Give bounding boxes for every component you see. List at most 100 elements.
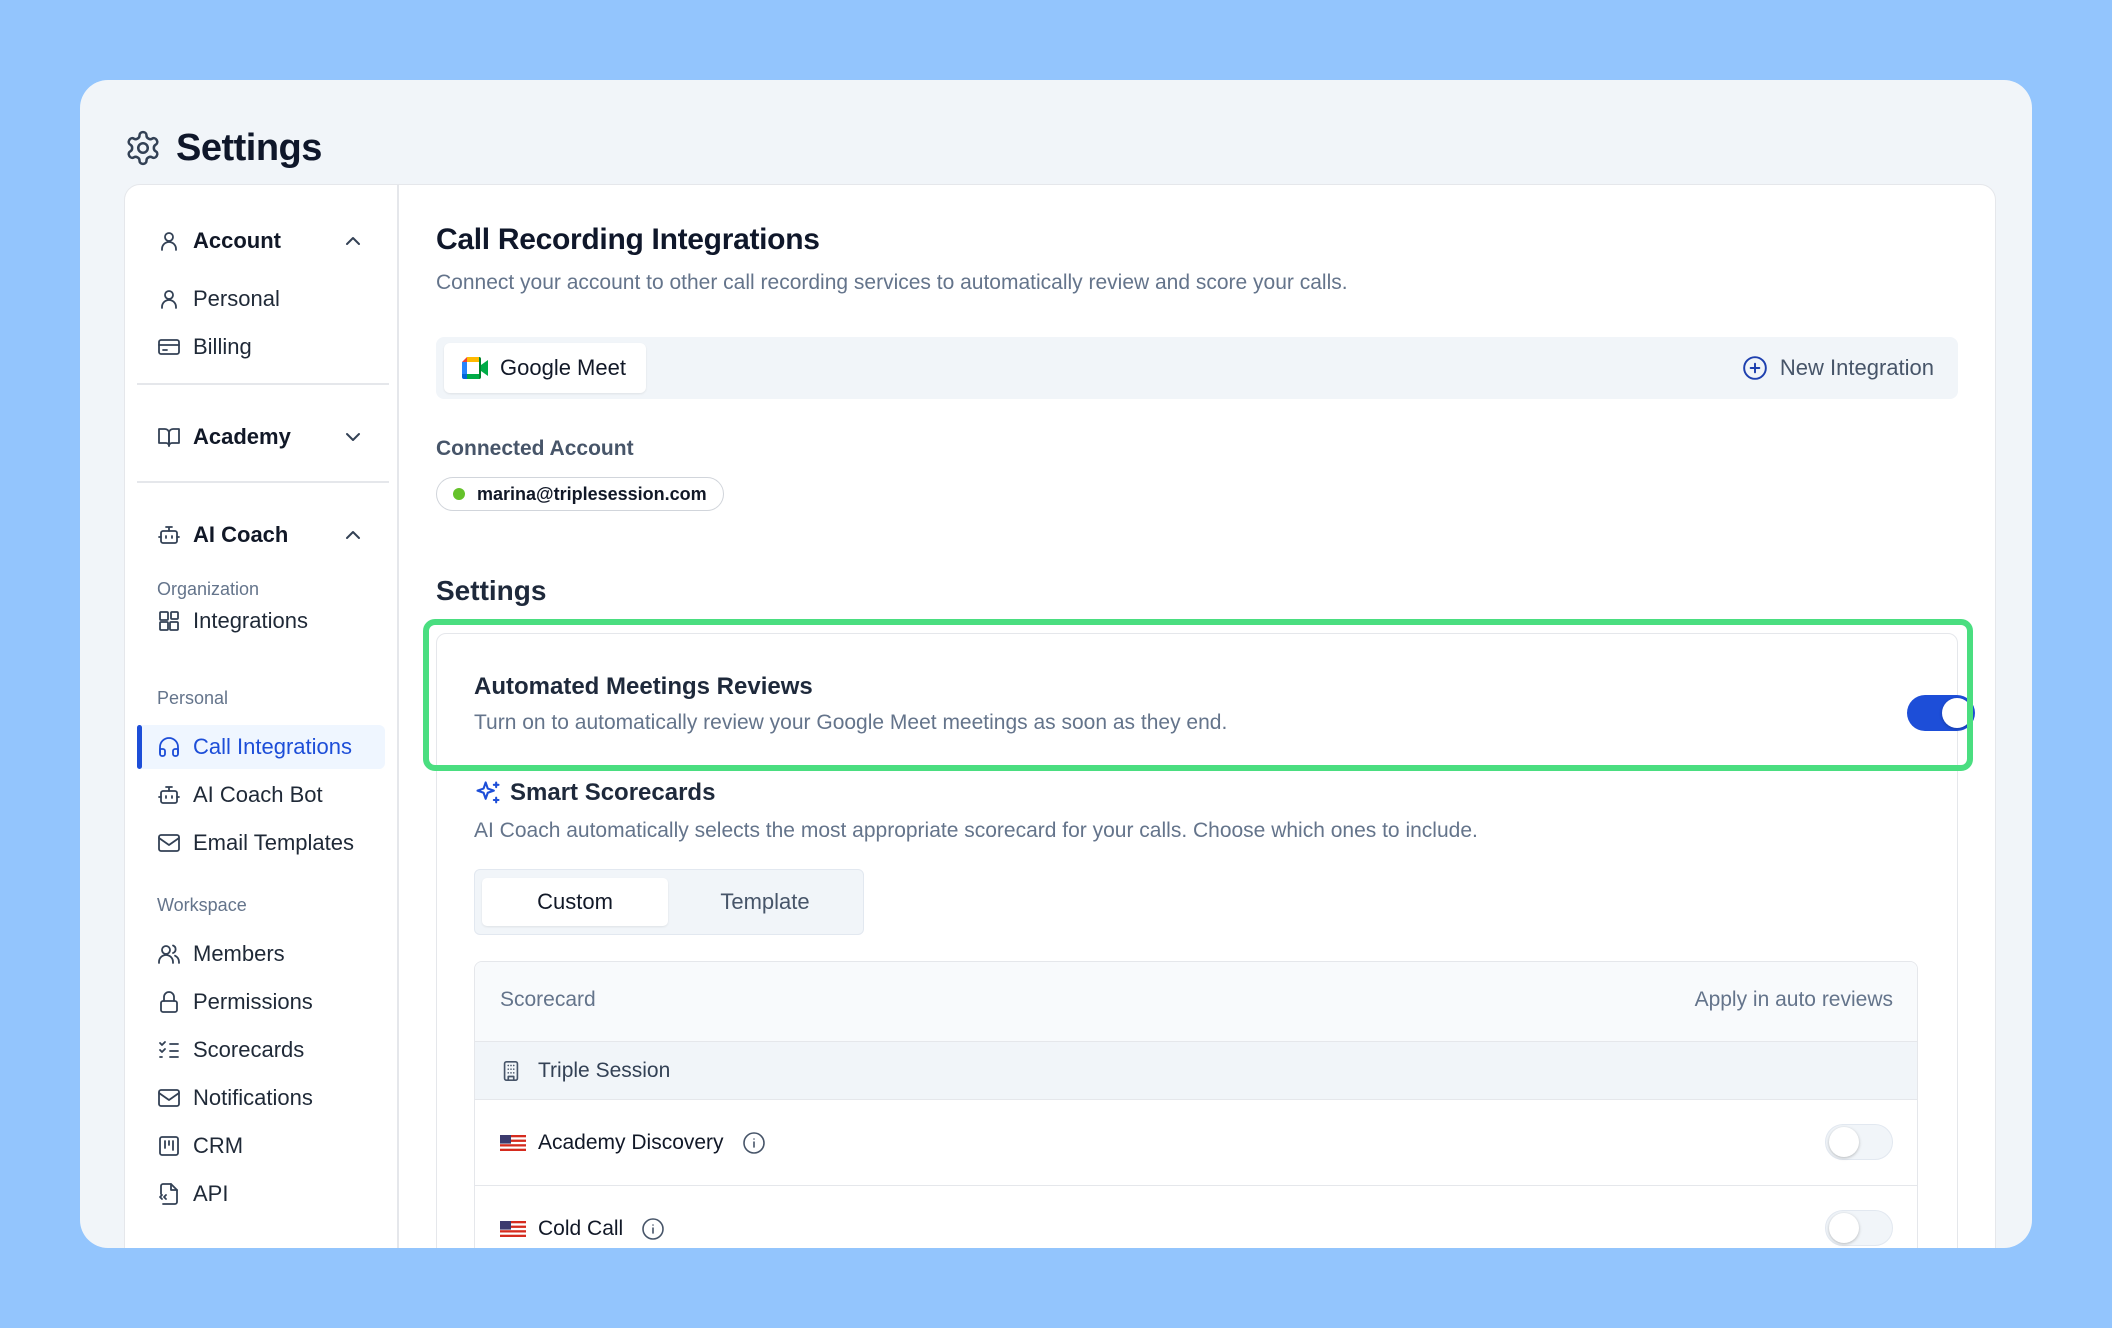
lock-icon [157,990,181,1014]
credit-card-icon [157,335,181,359]
connected-account-chip: marina@triplesession.com [436,477,724,511]
user-icon [157,287,181,311]
settings-panel: Account Personal Billing Academy AI Coac… [124,184,1996,1248]
sidebar-item-api[interactable]: API [137,1172,385,1216]
sidebar-group-ai-coach[interactable]: AI Coach [137,513,385,557]
page-title: Settings [176,126,322,169]
connected-account-label: Connected Account [436,437,634,460]
info-icon[interactable] [641,1217,665,1241]
scorecard-type-toggle: Custom Template [474,869,864,935]
file-code-icon [157,1182,181,1206]
sidebar-item-label: Permissions [193,989,313,1014]
table-header: Scorecard Apply in auto reviews [475,962,1917,1042]
smart-scorecards-label: Smart Scorecards [510,779,716,806]
section-subtitle: Connect your account to other call recor… [436,271,1348,294]
sidebar-group-label: Academy [193,424,291,449]
sidebar-item-label: Scorecards [193,1037,305,1062]
gear-icon [124,129,162,167]
smart-scorecards-title: Smart Scorecards [474,779,715,807]
settings-heading: Settings [436,575,547,606]
main-content: Call Recording Integrations Connect your… [399,185,1995,1248]
scorecard-table: Scorecard Apply in auto reviews Triple S… [474,961,1918,1248]
auto-review-toggle[interactable] [1825,1210,1893,1246]
us-flag-icon [500,1220,526,1237]
book-icon [157,425,181,449]
integration-tabs: Google Meet New Integration [436,337,1958,399]
sidebar-section-workspace: Workspace [157,895,247,915]
scorecard-name: Academy Discovery [538,1130,724,1154]
headphones-icon [157,735,181,759]
status-dot [453,488,465,500]
user-icon [157,229,181,253]
connected-account-email: marina@triplesession.com [477,483,707,504]
bot-icon [157,783,181,807]
kanban-icon [157,1134,181,1158]
blocks-icon [157,609,181,633]
sidebar-item-label: Personal [193,286,280,311]
chevron-up-icon [341,523,365,547]
sidebar-item-label: Notifications [193,1085,313,1110]
sidebar-section-organization: Organization [157,579,260,599]
table-row: Academy Discovery [475,1100,1917,1186]
sidebar-divider [137,481,389,483]
sidebar-item-integrations[interactable]: Integrations [137,599,385,643]
sidebar-item-label: Email Templates [193,830,354,855]
sidebar-item-members[interactable]: Members [137,932,385,976]
sidebar-item-call-integrations[interactable]: Call Integrations [137,725,385,769]
sidebar-item-label: Billing [193,334,252,359]
chevron-up-icon [341,229,365,253]
table-row: Cold Call [475,1186,1917,1248]
mail-icon [157,1086,181,1110]
users-icon [157,942,181,966]
sidebar-item-label: API [193,1181,229,1206]
segment-custom[interactable]: Custom [482,878,668,926]
group-label: Triple Session [538,1058,671,1082]
sidebar-item-label: Call Integrations [193,734,352,759]
sidebar-group-academy[interactable]: Academy [137,415,385,459]
sidebar-divider [137,383,389,385]
info-icon[interactable] [742,1131,766,1155]
google-meet-icon [462,357,488,379]
segment-template[interactable]: Template [672,878,858,926]
highlight-box [423,619,1973,771]
sparkles-icon [474,779,502,807]
window-header: Settings [124,116,322,180]
building-icon [500,1059,522,1083]
toggle-knob [1829,1213,1859,1243]
tab-google-meet[interactable]: Google Meet [444,343,646,393]
sidebar-item-label: Members [193,941,285,966]
smart-scorecards-description: AI Coach automatically selects the most … [474,819,1478,842]
sidebar-item-personal[interactable]: Personal [137,277,385,321]
sidebar-group-label: Account [193,228,281,253]
toggle-knob [1829,1127,1859,1157]
sidebar-section-personal: Personal [157,688,229,708]
sidebar-item-label: Integrations [193,608,308,633]
mail-icon [157,831,181,855]
sidebar-item-label: CRM [193,1133,244,1158]
sidebar-item-notifications[interactable]: Notifications [137,1076,385,1120]
section-title: Call Recording Integrations [436,223,820,256]
column-scorecard: Scorecard [500,988,596,1011]
sidebar-group-account[interactable]: Account [137,219,385,263]
chevron-down-icon [341,425,365,449]
settings-window: Settings Account Personal Billing Academ… [80,80,2032,1248]
sidebar: Account Personal Billing Academy AI Coac… [125,185,399,1248]
auto-review-toggle[interactable] [1825,1124,1893,1160]
sidebar-group-label: AI Coach [193,522,289,547]
list-checks-icon [157,1038,181,1062]
sidebar-item-scorecards[interactable]: Scorecards [137,1028,385,1072]
sidebar-item-permissions[interactable]: Permissions [137,980,385,1024]
sidebar-item-billing[interactable]: Billing [137,325,385,369]
table-group-row: Triple Session [475,1042,1917,1100]
new-integration-label: New Integration [1779,355,1934,380]
plus-circle-icon [1742,355,1768,381]
us-flag-icon [500,1134,526,1151]
sidebar-item-email-templates[interactable]: Email Templates [137,821,385,865]
new-integration-button[interactable]: New Integration [1742,337,1934,399]
scorecard-name: Cold Call [538,1216,624,1240]
sidebar-item-crm[interactable]: CRM [137,1124,385,1168]
sidebar-item-ai-coach-bot[interactable]: AI Coach Bot [137,773,385,817]
tab-label: Google Meet [500,355,626,380]
column-apply: Apply in auto reviews [1694,988,1893,1011]
bot-icon [157,523,181,547]
